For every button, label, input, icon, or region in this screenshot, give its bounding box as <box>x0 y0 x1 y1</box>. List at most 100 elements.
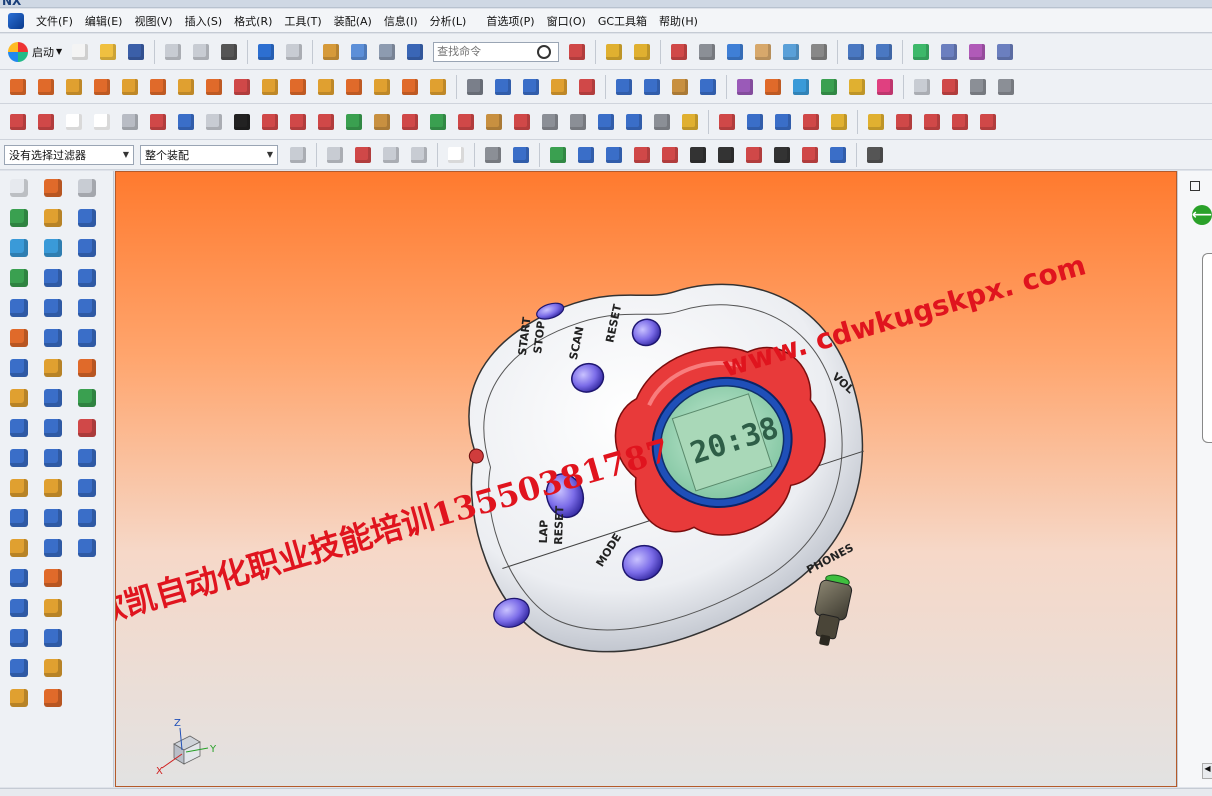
ruler-icon[interactable] <box>668 75 692 99</box>
offset-region-icon[interactable] <box>6 625 32 651</box>
variational-sweep-icon[interactable] <box>74 415 100 441</box>
spline-icon[interactable] <box>491 75 515 99</box>
mesh-surface-icon[interactable] <box>696 75 720 99</box>
extract-curve-icon[interactable] <box>286 110 310 134</box>
section-surface-icon[interactable] <box>74 355 100 381</box>
text-icon[interactable] <box>230 110 254 134</box>
check-icon[interactable] <box>909 40 933 64</box>
start-button[interactable]: 启动 ▼ <box>4 40 66 64</box>
menu-preferences[interactable]: 首选项(P) <box>480 13 540 29</box>
project-curve-icon[interactable] <box>575 75 599 99</box>
block-outline-icon[interactable] <box>6 175 32 201</box>
measure-angle-icon[interactable] <box>892 110 916 134</box>
offset-in-face-icon[interactable] <box>510 110 534 134</box>
paste-icon[interactable] <box>189 40 213 64</box>
groove-icon[interactable] <box>202 75 226 99</box>
helix-icon[interactable] <box>118 110 142 134</box>
quilt-icon[interactable] <box>74 535 100 561</box>
part-nav-icon[interactable] <box>565 40 589 64</box>
move-face-icon[interactable] <box>40 205 66 231</box>
blend-icon[interactable] <box>230 75 254 99</box>
hole-icon[interactable] <box>62 75 86 99</box>
select-points-icon[interactable] <box>407 143 431 167</box>
pattern-face-icon[interactable] <box>40 175 66 201</box>
replace-face-icon[interactable] <box>6 655 32 681</box>
select-body-icon[interactable] <box>481 143 505 167</box>
polygon-icon[interactable] <box>90 110 114 134</box>
grid-icon[interactable] <box>863 143 887 167</box>
datum-axis-icon[interactable] <box>771 110 795 134</box>
orient-view-icon[interactable] <box>779 40 803 64</box>
join-curve-icon[interactable] <box>482 110 506 134</box>
curve-analysis-icon[interactable] <box>920 110 944 134</box>
menu-help[interactable]: 帮助(H) <box>653 13 704 29</box>
pad-icon[interactable] <box>146 75 170 99</box>
headphone-plug[interactable] <box>808 572 854 648</box>
emboss-icon[interactable] <box>6 595 32 621</box>
n-sided-surface-icon[interactable] <box>74 295 100 321</box>
revolve-icon[interactable] <box>34 75 58 99</box>
table-icon[interactable] <box>965 40 989 64</box>
copy-icon[interactable] <box>161 40 185 64</box>
snap-bounded-grid-icon[interactable] <box>826 143 850 167</box>
select-settings-icon[interactable] <box>286 143 310 167</box>
edit-curve-icon[interactable] <box>566 110 590 134</box>
text-curve-icon[interactable] <box>202 110 226 134</box>
sphere-icon[interactable] <box>6 475 32 501</box>
deviation-icon[interactable] <box>976 110 1000 134</box>
pocket-icon[interactable] <box>118 75 142 99</box>
swoop-icon[interactable] <box>74 325 100 351</box>
select-solid-icon[interactable] <box>509 143 533 167</box>
scroll-left-icon[interactable]: ◀ <box>1202 763 1212 779</box>
delete-icon[interactable] <box>217 40 241 64</box>
snap-quadrant-icon[interactable] <box>686 143 710 167</box>
law-extension-icon[interactable] <box>873 75 897 99</box>
menu-assemblies[interactable]: 装配(A) <box>328 13 378 29</box>
tube-icon[interactable] <box>74 445 100 471</box>
through-curves-icon[interactable] <box>640 75 664 99</box>
divide-curve-icon[interactable] <box>454 110 478 134</box>
smooth-spline-icon[interactable] <box>622 110 646 134</box>
boss-icon[interactable] <box>90 75 114 99</box>
select-features-icon[interactable] <box>323 143 347 167</box>
delete-feature-icon[interactable] <box>715 110 739 134</box>
sketch-line-icon[interactable] <box>6 110 30 134</box>
studio-surface-icon[interactable] <box>789 75 813 99</box>
graphics-viewport[interactable]: 20:38 START STOP SCAN RESET LAP RESET MO… <box>115 171 1177 787</box>
fit-view-icon[interactable] <box>667 40 691 64</box>
offset-surface-icon[interactable] <box>74 475 100 501</box>
split-body-icon[interactable] <box>370 75 394 99</box>
selection-filter-dropdown[interactable]: 没有选择过滤器 ▼ <box>4 144 134 165</box>
paste-face-icon[interactable] <box>40 415 66 441</box>
snap-control-point-icon[interactable] <box>602 143 626 167</box>
command-search[interactable] <box>433 41 560 62</box>
extrude-icon[interactable] <box>6 75 30 99</box>
snap-tangent-icon[interactable] <box>770 143 794 167</box>
back-arrow-icon[interactable]: ⟵ <box>1192 205 1212 225</box>
point-set-icon[interactable] <box>174 110 198 134</box>
menu-insert[interactable]: 插入(S) <box>179 13 229 29</box>
shaded-icon[interactable] <box>723 40 747 64</box>
assembly-icon[interactable] <box>602 40 626 64</box>
mirror-face-icon[interactable] <box>40 445 66 471</box>
menu-tools[interactable]: 工具(T) <box>278 13 327 29</box>
select-edges-icon[interactable] <box>379 143 403 167</box>
measure-distance-icon[interactable] <box>864 110 888 134</box>
extract-body-icon[interactable] <box>6 325 32 351</box>
synchronous-icon[interactable] <box>6 685 32 711</box>
rectangle-icon[interactable] <box>62 110 86 134</box>
save-icon[interactable] <box>124 40 148 64</box>
hierarchy-icon[interactable] <box>937 40 961 64</box>
delete-face-icon[interactable] <box>40 325 66 351</box>
menu-view[interactable]: 视图(V) <box>128 13 178 29</box>
styled-sweep-icon[interactable] <box>761 75 785 99</box>
curve-length-icon[interactable] <box>594 110 618 134</box>
snap-midpoint-icon[interactable] <box>574 143 598 167</box>
trim-body-icon[interactable] <box>342 75 366 99</box>
snap-point-on-surface-icon[interactable] <box>798 143 822 167</box>
window-icon[interactable] <box>375 40 399 64</box>
point-icon[interactable] <box>827 110 851 134</box>
thicken-icon[interactable] <box>938 75 962 99</box>
cut-face-icon[interactable] <box>40 385 66 411</box>
draft-icon[interactable] <box>314 75 338 99</box>
